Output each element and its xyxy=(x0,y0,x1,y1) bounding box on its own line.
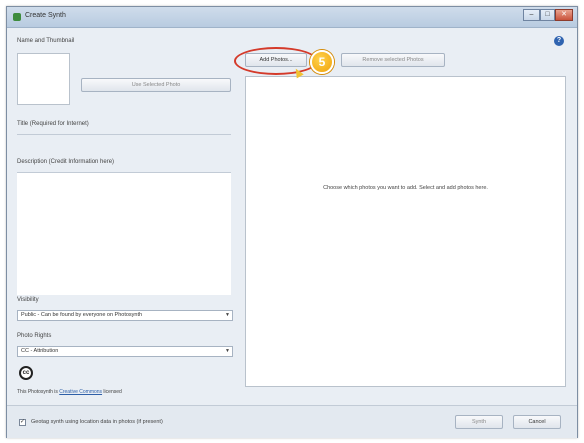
visibility-select[interactable]: Public - Can be found by everyone on Pho… xyxy=(17,310,233,321)
thumbnail-preview xyxy=(17,53,70,105)
photo-rights-label: Photo Rights xyxy=(17,333,52,339)
geotag-label: Geotag synth using location data in phot… xyxy=(31,419,163,425)
visibility-value: Public - Can be found by everyone on Pho… xyxy=(21,312,143,318)
maximize-button[interactable]: □ xyxy=(540,9,555,21)
title-input[interactable] xyxy=(17,134,231,135)
visibility-label: Visibility xyxy=(17,297,39,303)
chevron-down-icon: ▼ xyxy=(225,348,230,354)
license-text: This Photosynth is Creative Commons lice… xyxy=(17,389,122,395)
name-thumbnail-label: Name and Thumbnail xyxy=(17,38,75,44)
use-selected-photo-button[interactable]: Use Selected Photo xyxy=(81,78,231,92)
description-label: Description (Credit Information here) xyxy=(17,159,115,165)
chevron-down-icon: ▼ xyxy=(225,312,230,318)
help-icon[interactable]: ? xyxy=(554,36,564,46)
description-textarea[interactable] xyxy=(17,172,231,295)
license-suffix: licensed xyxy=(102,389,122,395)
window-title: Create Synth xyxy=(25,12,66,19)
app-icon xyxy=(13,13,21,21)
step-badge: 5 xyxy=(310,50,334,74)
photos-panel[interactable]: Choose which photos you want to add. Sel… xyxy=(245,76,566,387)
creative-commons-link[interactable]: Creative Commons xyxy=(59,389,102,395)
minimize-button[interactable]: – xyxy=(523,9,540,21)
highlight-ring xyxy=(234,47,318,75)
cancel-button[interactable]: Cancel xyxy=(513,415,561,429)
create-synth-window: Create Synth – □ ✕ ? Name and Thumbnail … xyxy=(6,6,578,438)
creative-commons-icon: cc xyxy=(19,366,33,380)
title-bar[interactable]: Create Synth – □ ✕ xyxy=(7,7,577,28)
close-button[interactable]: ✕ xyxy=(555,9,573,21)
photo-rights-select[interactable]: CC - Attribution ▼ xyxy=(17,346,233,357)
synth-button[interactable]: Synth xyxy=(455,415,503,429)
title-label: Title (Required for Internet) xyxy=(17,121,89,127)
remove-selected-photos-button[interactable]: Remove selected Photos xyxy=(341,53,445,67)
geotag-checkbox[interactable]: ✓ xyxy=(19,419,26,426)
license-prefix: This Photosynth is xyxy=(17,389,60,395)
empty-photos-message: Choose which photos you want to add. Sel… xyxy=(323,185,488,191)
photo-rights-value: CC - Attribution xyxy=(21,348,59,354)
